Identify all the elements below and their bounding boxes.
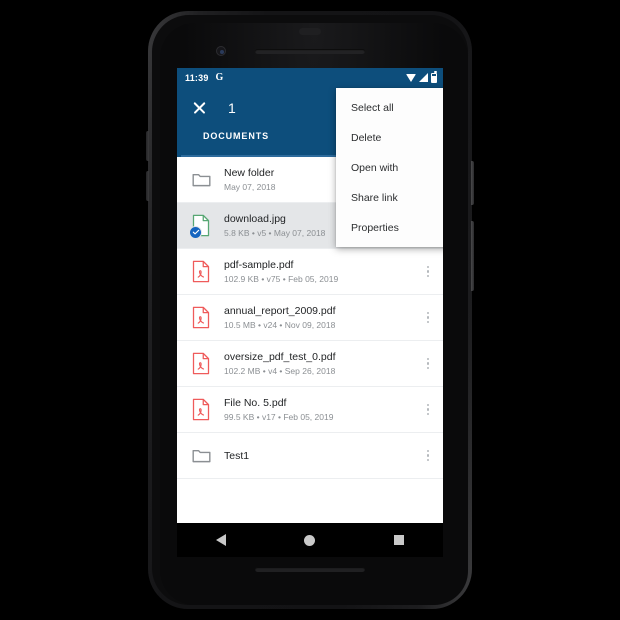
selected-count-label: 1 xyxy=(228,100,236,116)
google-badge-icon: G xyxy=(215,72,224,83)
close-icon[interactable] xyxy=(185,94,213,122)
row-overflow-icon[interactable] xyxy=(417,301,439,335)
phone-device: 11:39 G 1 DOCUMENTS New folder May 07, 2… xyxy=(146,11,474,609)
file-name: annual_report_2009.pdf xyxy=(224,304,336,317)
file-meta: 102.9 KB • v75 • Feb 05, 2019 xyxy=(224,273,339,284)
front-camera-icon xyxy=(216,46,226,56)
status-bar: 11:39 G xyxy=(177,68,443,87)
nav-home-icon[interactable] xyxy=(304,534,316,546)
pdf-file-icon xyxy=(192,306,210,329)
row-overflow-icon[interactable] xyxy=(417,439,439,473)
row-overflow-icon[interactable] xyxy=(417,347,439,381)
file-meta: 102.2 MB • v4 • Sep 26, 2018 xyxy=(224,365,336,376)
file-name: oversize_pdf_test_0.pdf xyxy=(224,350,336,363)
menu-item-share-link[interactable]: Share link xyxy=(336,183,443,213)
tab-documents[interactable]: DOCUMENTS xyxy=(177,129,295,141)
file-info: oversize_pdf_test_0.pdf 102.2 MB • v4 • S… xyxy=(224,350,417,378)
file-info: File No. 5.pdf 99.5 KB • v17 • Feb 05, 20… xyxy=(224,396,417,424)
earpiece-speaker xyxy=(255,49,365,54)
file-row[interactable]: annual_report_2009.pdf 10.5 MB • v24 • No… xyxy=(177,295,443,341)
menu-item-delete[interactable]: Delete xyxy=(336,123,443,153)
file-row[interactable]: File No. 5.pdf 99.5 KB • v17 • Feb 05, 20… xyxy=(177,387,443,433)
row-overflow-icon[interactable] xyxy=(417,255,439,289)
status-time: 11:39 xyxy=(185,72,209,83)
menu-item-properties[interactable]: Properties xyxy=(336,213,443,243)
pdf-file-icon xyxy=(192,260,210,283)
file-row[interactable]: oversize_pdf_test_0.pdf 102.2 MB • v4 • S… xyxy=(177,341,443,387)
pdf-file-icon xyxy=(192,352,210,375)
signal-icon xyxy=(419,73,428,82)
file-info: pdf-sample.pdf 102.9 KB • v75 • Feb 05, 2… xyxy=(224,258,417,286)
file-name: Test1 xyxy=(224,449,250,462)
menu-item-open-with[interactable]: Open with xyxy=(336,153,443,183)
volume-button[interactable] xyxy=(471,221,474,291)
nav-recents-icon[interactable] xyxy=(393,535,404,545)
pdf-file-icon xyxy=(192,398,210,421)
status-icons xyxy=(406,71,437,83)
file-info: Test1 xyxy=(224,449,417,463)
power-button[interactable] xyxy=(471,161,474,205)
file-type-icon xyxy=(187,255,215,289)
left-bezel-accent-a xyxy=(146,131,149,161)
file-type-icon xyxy=(187,209,215,243)
wifi-icon xyxy=(406,73,416,82)
file-type-icon xyxy=(187,163,215,197)
file-name: File No. 5.pdf xyxy=(224,396,287,409)
row-overflow-icon[interactable] xyxy=(417,393,439,427)
menu-item-select-all[interactable]: Select all xyxy=(336,93,443,123)
file-meta: 10.5 MB • v24 • Nov 09, 2018 xyxy=(224,319,336,330)
file-type-icon xyxy=(187,393,215,427)
file-name: pdf-sample.pdf xyxy=(224,258,294,271)
check-icon xyxy=(192,229,199,235)
file-info: annual_report_2009.pdf 10.5 MB • v24 • No… xyxy=(224,304,417,332)
nav-back-icon[interactable] xyxy=(216,534,227,546)
file-row[interactable]: pdf-sample.pdf 102.9 KB • v75 • Feb 05, 2… xyxy=(177,249,443,295)
bottom-speaker xyxy=(255,567,365,572)
left-bezel-accent-b xyxy=(146,171,149,201)
top-slot xyxy=(299,28,321,35)
folder-icon xyxy=(191,449,211,463)
file-type-icon xyxy=(187,347,215,381)
selected-check-badge xyxy=(189,225,202,239)
phone-screen: 11:39 G 1 DOCUMENTS New folder May 07, 2… xyxy=(177,68,443,523)
file-row[interactable]: Test1 xyxy=(177,433,443,479)
battery-icon xyxy=(431,71,437,83)
file-meta: 99.5 KB • v17 • Feb 05, 2019 xyxy=(224,411,334,422)
file-type-icon xyxy=(187,439,215,473)
folder-icon xyxy=(191,173,211,187)
file-type-icon xyxy=(187,301,215,335)
system-navigation-bar xyxy=(177,523,443,557)
overflow-dropdown-menu[interactable]: Select all Delete Open with Share link Prope… xyxy=(336,88,443,247)
